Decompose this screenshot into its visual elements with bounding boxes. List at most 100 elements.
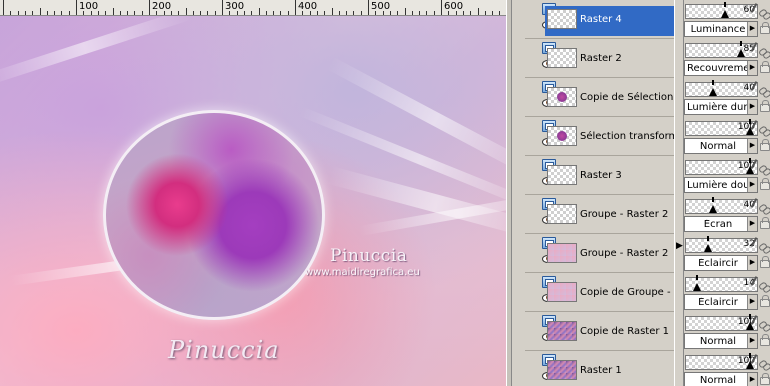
layer-row[interactable]: Sélection transformée: [512, 117, 674, 156]
link-icon[interactable]: [759, 320, 770, 331]
lock-icon[interactable]: [760, 61, 770, 73]
link-icon[interactable]: [759, 125, 770, 136]
layer-name: Raster 4: [580, 14, 622, 25]
layer-name-area[interactable]: Raster 1: [545, 357, 674, 386]
layer-name-area[interactable]: Copie de Sélection transformée: [545, 84, 674, 114]
opacity-slider-thumb[interactable]: [737, 41, 745, 57]
lock-icon[interactable]: [760, 217, 770, 229]
layer-thumbnail: [547, 48, 577, 68]
blend-mode-select[interactable]: Écran ▶: [684, 216, 758, 232]
layer-row[interactable]: Copie de Raster 1: [512, 312, 674, 351]
ruler-tick: [200, 11, 202, 15]
layer-row[interactable]: Groupe - Raster 2: [512, 234, 674, 273]
opacity-slider[interactable]: 40: [685, 80, 758, 97]
blend-mode-select[interactable]: Luminance ▶: [684, 21, 758, 37]
chevron-right-icon[interactable]: ▶: [747, 295, 757, 309]
chevron-right-icon[interactable]: ▶: [747, 100, 757, 114]
blend-mode-select[interactable]: Lumière douce▶: [684, 177, 758, 193]
chevron-right-icon[interactable]: ▶: [747, 256, 757, 270]
blend-mode-select[interactable]: Éclaircir ▶: [684, 294, 758, 310]
layer-name-area[interactable]: Sélection transformée: [545, 123, 674, 153]
opacity-slider[interactable]: 85: [685, 41, 758, 58]
layer-name-area[interactable]: Groupe - Raster 2: [545, 240, 674, 270]
ruler-tick: [265, 11, 267, 15]
chevron-right-icon[interactable]: ▶: [747, 22, 757, 36]
opacity-slider[interactable]: 100: [685, 158, 758, 175]
layer-name-area[interactable]: Raster 3: [545, 162, 674, 192]
layer-icons-column: [525, 351, 556, 386]
opacity-slider-thumb[interactable]: [709, 197, 717, 213]
blend-mode-select[interactable]: Lumière dure ▶: [684, 99, 758, 115]
palette-splitter[interactable]: ▶: [674, 0, 684, 386]
ruler-tick: [185, 8, 187, 15]
opacity-slider[interactable]: 100: [685, 353, 758, 370]
blend-mode-select[interactable]: Recouvrement▶: [684, 60, 758, 76]
layer-name-area[interactable]: Raster 4: [545, 6, 674, 36]
layer-row[interactable]: Copie de Groupe - Raster 1: [512, 273, 674, 312]
brush-icon: [750, 198, 758, 212]
layer-row[interactable]: Raster 3: [512, 156, 674, 195]
layer-row[interactable]: Raster 2: [512, 39, 674, 78]
link-icon[interactable]: [759, 359, 770, 370]
layer-row[interactable]: Groupe - Raster 2: [512, 195, 674, 234]
brush-icon: [750, 315, 758, 329]
link-icon[interactable]: [759, 281, 770, 292]
chevron-right-icon[interactable]: ▶: [747, 178, 757, 192]
lock-icon[interactable]: [760, 295, 770, 307]
ruler-tick: [492, 11, 494, 15]
layer-row[interactable]: Raster 1: [512, 351, 674, 386]
chevron-right-icon[interactable]: ▶: [747, 373, 757, 386]
opacity-slider-thumb[interactable]: [721, 2, 729, 18]
lock-icon[interactable]: [760, 100, 770, 112]
link-icon[interactable]: [759, 242, 770, 253]
opacity-slider[interactable]: 40: [685, 197, 758, 214]
signature-text: Pinuccia: [168, 336, 280, 364]
link-icon[interactable]: [759, 47, 770, 58]
layer-name-area[interactable]: Groupe - Raster 2: [545, 201, 674, 231]
lock-icon[interactable]: [760, 139, 770, 151]
lock-icon[interactable]: [760, 334, 770, 346]
lock-icon[interactable]: [760, 373, 770, 385]
blend-mode-value: Normal: [699, 141, 737, 152]
layer-name: Raster 1: [580, 365, 622, 376]
splitter-arrow-icon[interactable]: ▶: [676, 236, 683, 254]
ruler-tick: [3, 0, 4, 15]
layer-row[interactable]: Raster 4: [512, 0, 674, 39]
opacity-slider[interactable]: 100: [685, 119, 758, 136]
opacity-slider[interactable]: 100: [685, 314, 758, 331]
opacity-slider[interactable]: 60: [685, 2, 758, 19]
link-icon[interactable]: [759, 8, 770, 19]
layer-name-area[interactable]: Copie de Groupe - Raster 1: [545, 279, 674, 309]
ruler-tick: [119, 11, 121, 15]
blend-mode-select[interactable]: Normal ▶: [684, 372, 758, 386]
opacity-slider-thumb[interactable]: [693, 275, 701, 291]
blend-mode-select[interactable]: Normal ▶: [684, 138, 758, 154]
chevron-right-icon[interactable]: ▶: [747, 61, 757, 75]
layer-row[interactable]: Copie de Sélection transformée: [512, 78, 674, 117]
chevron-right-icon[interactable]: ▶: [747, 217, 757, 231]
link-icon[interactable]: [759, 86, 770, 97]
image-canvas[interactable]: Pinuccia www.maidiregrafica.eu Pinuccia: [0, 16, 506, 386]
lock-icon[interactable]: [760, 178, 770, 190]
layer-thumbnail: [547, 165, 577, 185]
lock-icon[interactable]: [760, 256, 770, 268]
opacity-slider[interactable]: 32: [685, 236, 758, 253]
ruler-tick: [273, 11, 275, 15]
layer-name-area[interactable]: Raster 2: [545, 45, 674, 75]
chevron-right-icon[interactable]: ▶: [747, 139, 757, 153]
blend-mode-select[interactable]: Normal ▶: [684, 333, 758, 349]
opacity-slider-thumb[interactable]: [709, 80, 717, 96]
blend-mode-select[interactable]: Éclaircir ▶: [684, 255, 758, 271]
link-icon[interactable]: [759, 203, 770, 214]
lock-icon[interactable]: [760, 22, 770, 34]
opacity-slider[interactable]: 14: [685, 275, 758, 292]
blend-mode-value: Recouvrement: [687, 63, 749, 74]
blend-mode-value: Éclaircir: [698, 297, 738, 308]
chevron-right-icon[interactable]: ▶: [747, 334, 757, 348]
ruler-tick: [17, 11, 19, 15]
ruler-tick: [251, 11, 253, 15]
opacity-slider-thumb[interactable]: [704, 236, 712, 252]
layer-name-area[interactable]: Copie de Raster 1: [545, 318, 674, 348]
ruler-tick: [360, 11, 362, 15]
link-icon[interactable]: [759, 164, 770, 175]
